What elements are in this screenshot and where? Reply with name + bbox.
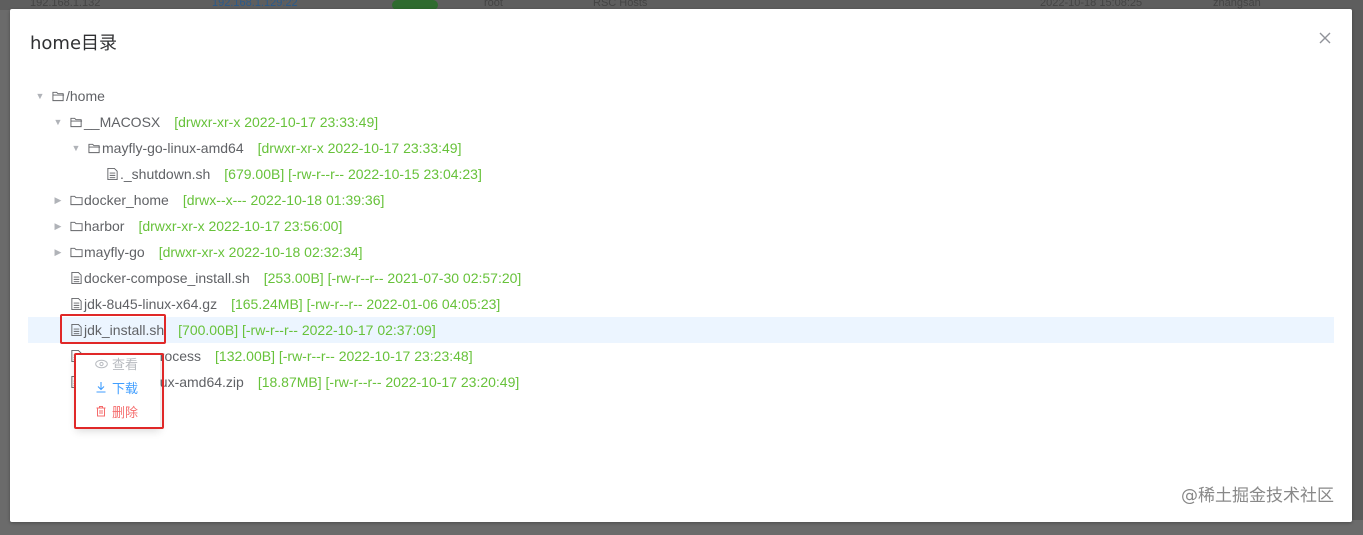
tree-node-docker-compose[interactable]: docker-compose_install.sh [253.00B] [-rw-…	[28, 265, 1334, 291]
caret-down-icon[interactable]: ▼	[70, 135, 82, 161]
node-meta: [drwxr-xr-x 2022-10-18 02:32:34]	[158, 244, 363, 260]
node-meta: [18.87MB] [-rw-r--r-- 2022-10-17 23:20:4…	[257, 374, 520, 390]
node-meta: [drwx--x--- 2022-10-18 01:39:36]	[182, 192, 385, 208]
file-icon	[71, 271, 82, 285]
node-meta: [165.24MB] [-rw-r--r-- 2022-01-06 04:05:…	[231, 296, 501, 312]
tree-node-jdk-gz[interactable]: jdk-8u45-linux-x64.gz [165.24MB] [-rw-r--…	[28, 291, 1334, 317]
folder-open-icon	[70, 117, 83, 128]
bg-time: 2022-10-18 15:08:25	[1040, 0, 1143, 9]
bg-user: root	[484, 0, 503, 9]
node-label: mayfly-go-linux-amd64	[102, 140, 244, 156]
node-label: mayfly-go	[84, 244, 145, 260]
node-label: docker_home	[84, 192, 169, 208]
folder-icon	[70, 195, 83, 206]
node-meta: [700.00B] [-rw-r--r-- 2022-10-17 02:37:0…	[178, 322, 436, 338]
node-label: nux-amd64.zip	[152, 374, 244, 390]
caret-down-icon[interactable]: ▼	[52, 109, 64, 135]
folder-open-icon	[88, 143, 101, 154]
tree-node-mayfly-linux[interactable]: ▼ mayfly-go-linux-amd64 [drwxr-xr-x 2022-…	[28, 135, 1334, 161]
background-edge	[1351, 10, 1363, 520]
tree-node-process[interactable]: process [132.00B] [-rw-r--r-- 2022-10-17 …	[28, 343, 1334, 369]
file-icon	[107, 167, 118, 181]
bg-tag: RSC Hosts	[593, 0, 648, 9]
tree-node-mayfly-go[interactable]: ▶ mayfly-go [drwxr-xr-x 2022-10-18 02:32:…	[28, 239, 1334, 265]
tree-node-zip[interactable]: nux-amd64.zip [18.87MB] [-rw-r--r-- 2022-…	[28, 369, 1334, 395]
node-meta: [132.00B] [-rw-r--r-- 2022-10-17 23:23:4…	[215, 348, 473, 364]
bg-host: 192.168.1.129:22	[212, 0, 298, 9]
folder-icon	[70, 221, 83, 232]
node-meta: [drwxr-xr-x 2022-10-17 23:56:00]	[138, 218, 343, 234]
tree-node-docker-home[interactable]: ▶ docker_home [drwx--x--- 2022-10-18 01:3…	[28, 187, 1334, 213]
close-icon[interactable]	[1318, 31, 1332, 45]
tree-node-macosx[interactable]: ▼ __MACOSX [drwxr-xr-x 2022-10-17 23:33:4…	[28, 109, 1334, 135]
caret-right-icon[interactable]: ▶	[52, 239, 64, 265]
bg-ip: 192.168.1.132	[30, 0, 101, 9]
node-label: __MACOSX	[84, 114, 161, 130]
node-label: jdk-8u45-linux-x64.gz	[84, 296, 218, 312]
node-meta: [drwxr-xr-x 2022-10-17 23:33:49]	[257, 140, 462, 156]
dialog-title: home目录	[30, 33, 118, 54]
node-label: docker-compose_install.sh	[84, 270, 250, 286]
watermark: @稀土掘金技术社区	[1181, 486, 1334, 506]
tree-node-harbor[interactable]: ▶ harbor [drwxr-xr-x 2022-10-17 23:56:00]	[28, 213, 1334, 239]
file-tree: ▼ /home ▼ __MACOSX [drwxr-xr-x 2022-10-17…	[28, 83, 1334, 395]
folder-open-icon	[52, 91, 65, 102]
caret-right-icon[interactable]: ▶	[52, 187, 64, 213]
tree-node-home[interactable]: ▼ /home	[28, 83, 1334, 109]
annotation-box-menu	[74, 353, 164, 429]
tree-node-jdk-install[interactable]: jdk_install.sh [700.00B] [-rw-r--r-- 2022…	[28, 317, 1334, 343]
node-label: ._shutdown.sh	[120, 166, 211, 182]
caret-down-icon[interactable]: ▼	[34, 83, 46, 109]
folder-icon	[70, 247, 83, 258]
node-label: harbor	[84, 218, 125, 234]
caret-right-icon[interactable]: ▶	[52, 213, 64, 239]
directory-dialog: home目录 ▼ /home ▼ __MACOSX [drwxr-xr-x 202…	[10, 9, 1352, 522]
annotation-box-file	[60, 314, 166, 344]
file-icon	[71, 297, 82, 311]
node-meta: [679.00B] [-rw-r--r-- 2022-10-15 23:04:2…	[224, 166, 482, 182]
node-meta: [253.00B] [-rw-r--r-- 2021-07-30 02:57:2…	[263, 270, 522, 286]
tree-node-shutdown[interactable]: ._shutdown.sh [679.00B] [-rw-r--r-- 2022-…	[28, 161, 1334, 187]
node-label: /home	[66, 88, 105, 104]
node-meta: [drwxr-xr-x 2022-10-17 23:33:49]	[174, 114, 379, 130]
bg-creator: zhangsan	[1213, 0, 1261, 9]
